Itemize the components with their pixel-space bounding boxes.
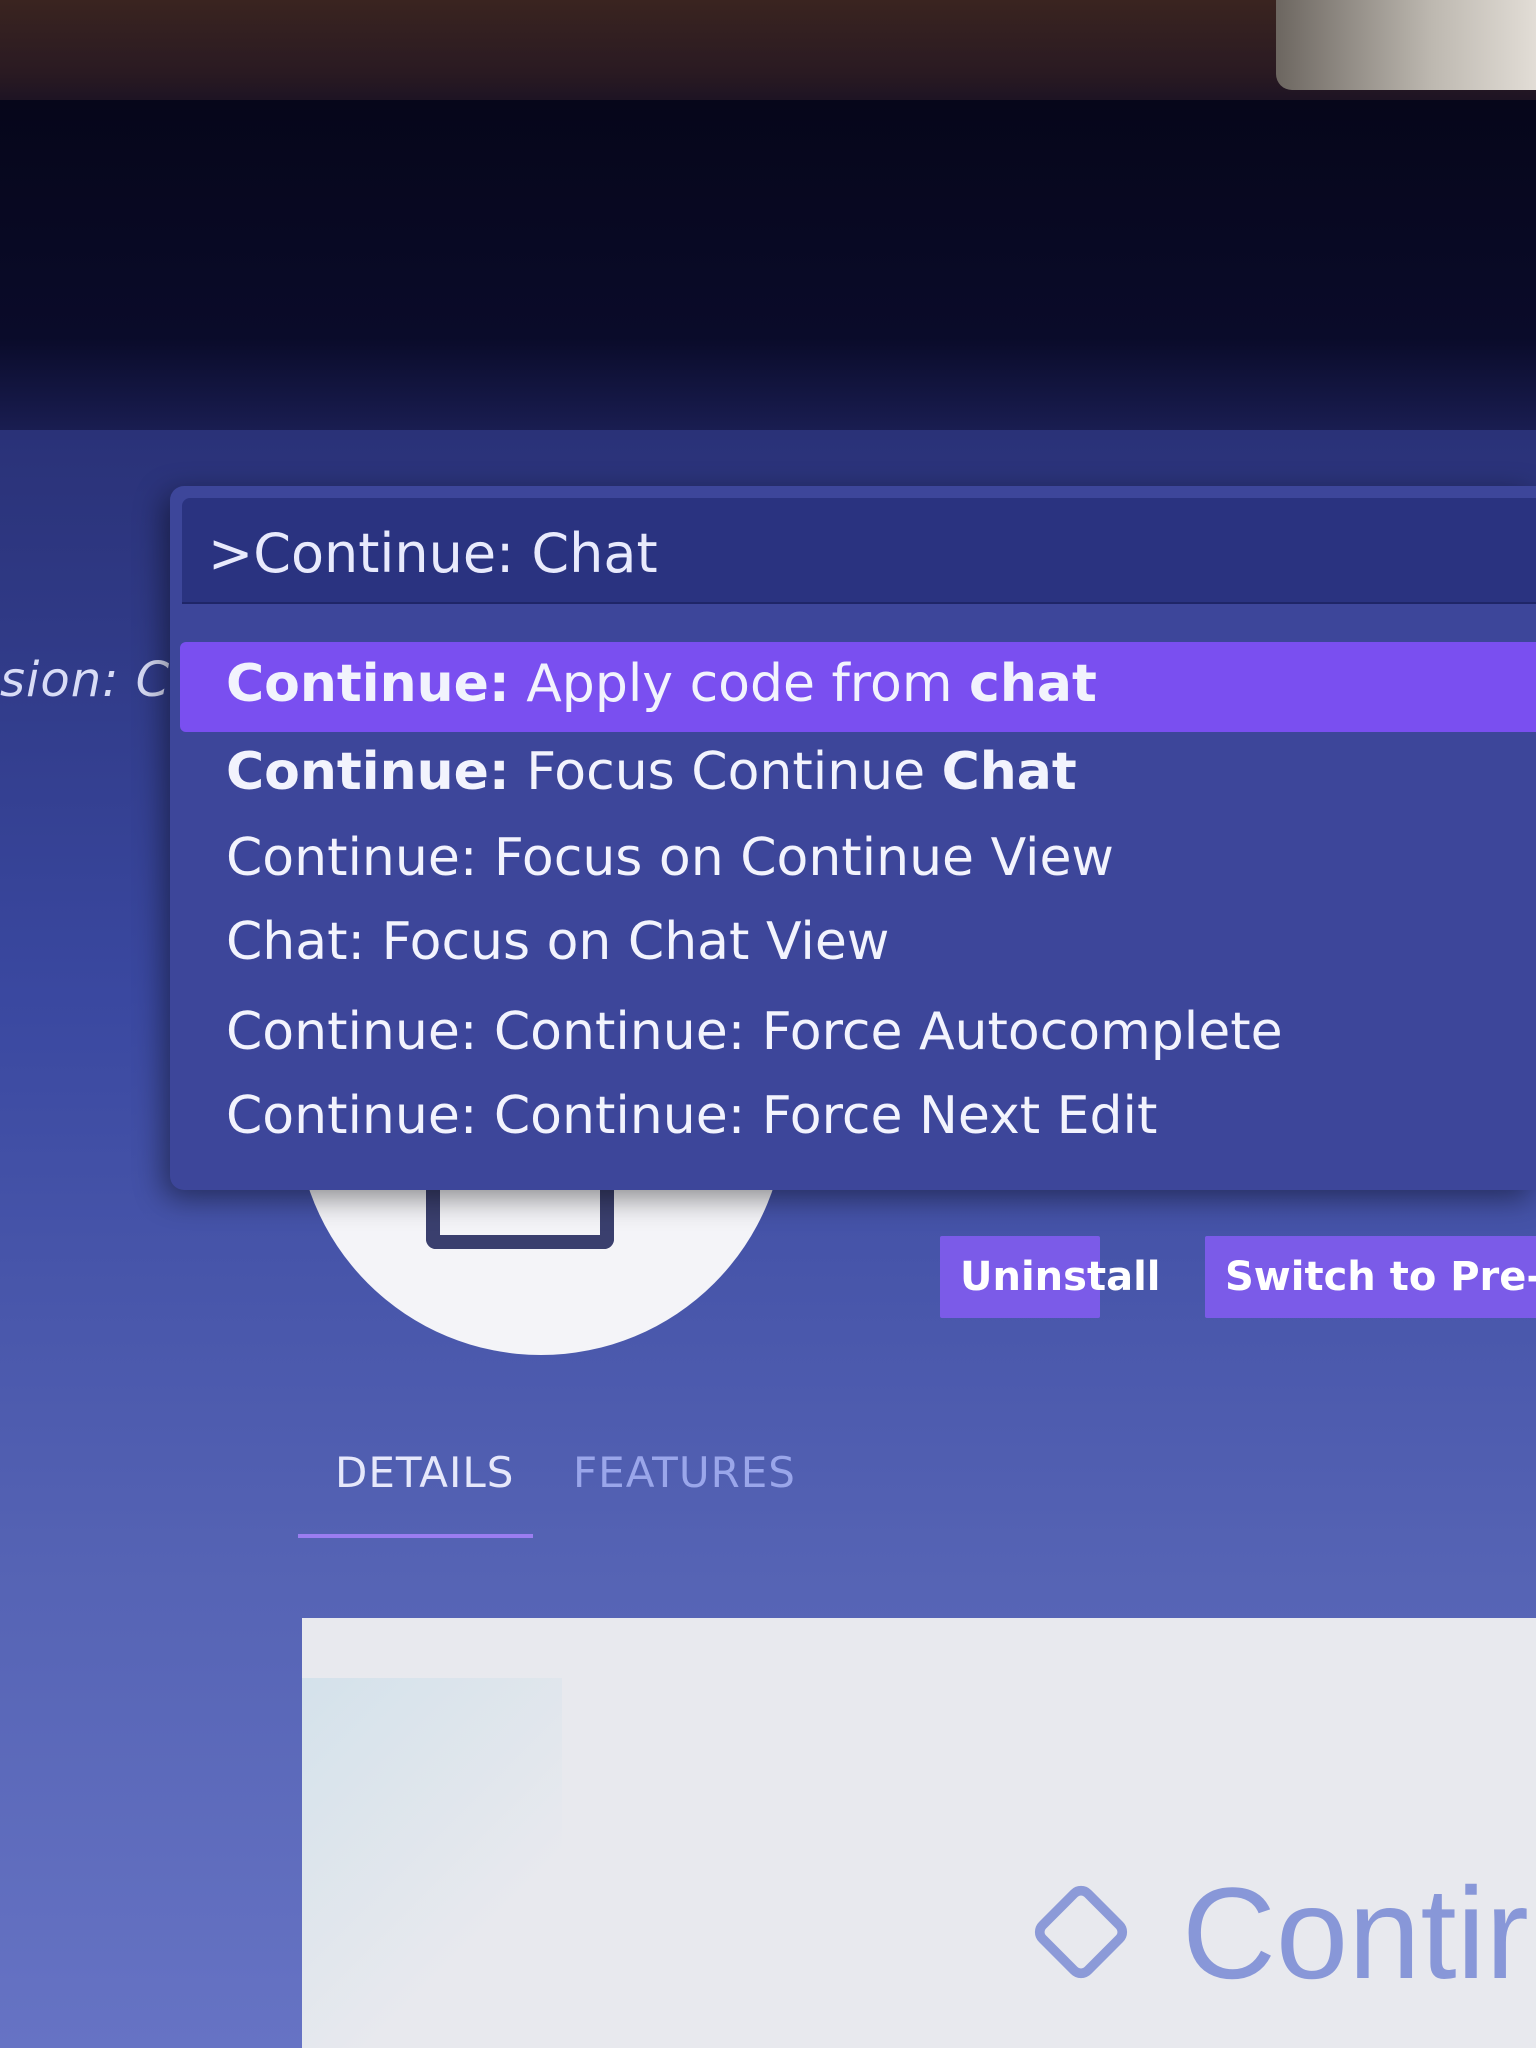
tab-features[interactable]: FEATURES	[573, 1448, 796, 1497]
command-palette-input[interactable]: >Continue: Chat	[182, 498, 1536, 604]
command-category: Continue:	[226, 654, 510, 714]
uninstall-button[interactable]: Uninstall	[940, 1236, 1161, 1318]
command-palette: >Continue: Chat Continue: Apply code fro…	[170, 486, 1536, 1190]
command-label: Continue: Focus on Continue View	[226, 828, 1114, 888]
command-item-apply-code[interactable]: Continue: Apply code from chat	[180, 642, 1536, 732]
command-item-focus-chat[interactable]: Continue: Focus Continue Chat	[180, 730, 1536, 820]
command-item-force-autocomplete[interactable]: Continue: Continue: Force Autocomplete	[180, 990, 1536, 1080]
command-label: Focus Continue	[509, 742, 942, 802]
command-match: chat	[969, 654, 1097, 714]
tab-details[interactable]: DETAILS	[335, 1448, 514, 1497]
extension-readme-preview: Contir	[302, 1618, 1536, 2048]
command-item-focus-continue-view[interactable]: Continue: Focus on Continue View	[180, 816, 1536, 906]
switch-to-prerelease-button[interactable]: Switch to Pre-Re	[1205, 1236, 1536, 1318]
continue-logo-icon	[1028, 1879, 1134, 1985]
editor-label-fragment: sion: C	[0, 652, 171, 708]
window-light	[1276, 0, 1536, 90]
preview-illustration	[302, 1678, 562, 2048]
preview-title: Contir	[1182, 1860, 1529, 2006]
command-label: Chat: Focus on Chat View	[226, 912, 890, 972]
command-item-force-next-edit[interactable]: Continue: Continue: Force Next Edit	[180, 1074, 1536, 1164]
continue-logo-icon	[426, 1185, 614, 1249]
command-match: Chat	[941, 742, 1077, 802]
command-label: Continue: Continue: Force Autocomplete	[226, 1002, 1283, 1062]
command-item-focus-chat-view[interactable]: Chat: Focus on Chat View	[180, 900, 1536, 990]
command-label: Continue: Continue: Force Next Edit	[226, 1086, 1158, 1146]
command-label: Apply code from	[509, 654, 970, 714]
command-query[interactable]: >Continue: Chat	[208, 522, 658, 585]
command-category: Continue:	[226, 742, 510, 802]
active-tab-indicator	[298, 1534, 533, 1538]
monitor-bezel	[0, 100, 1536, 440]
